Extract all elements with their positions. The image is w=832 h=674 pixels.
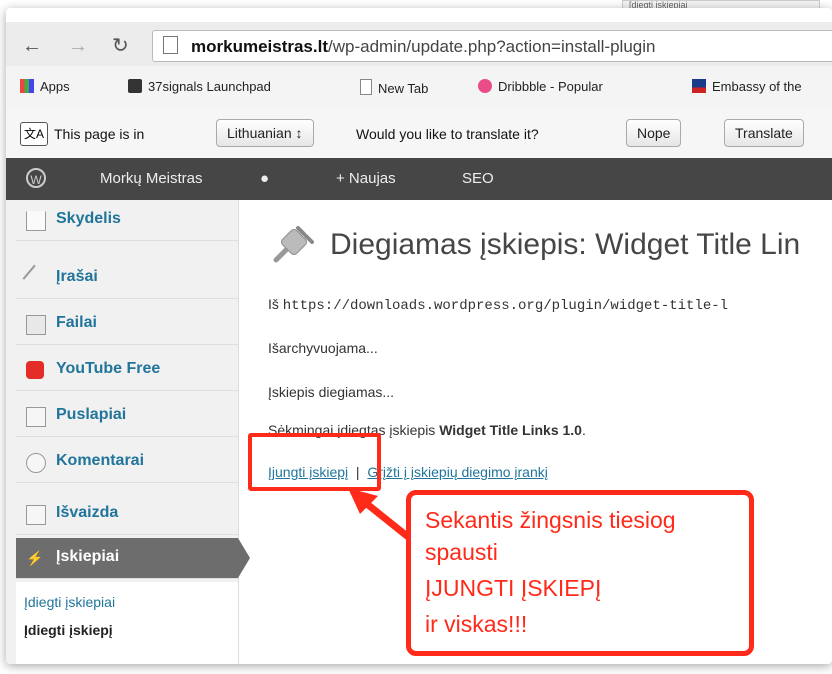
adminbar-site-name[interactable]: Morkų Meistras [100, 170, 203, 187]
installing-line: Įskiepis diegiamas... [268, 384, 395, 400]
return-to-installer-link[interactable]: Grįžti į įskiepių diegimo įrankį [367, 464, 548, 480]
bookmark-37signals[interactable]: 37signals Launchpad [128, 79, 271, 94]
callout-line: ĮJUNGTI ĮSKIEPĮ [425, 575, 602, 601]
adminbar-seo[interactable]: SEO [462, 170, 494, 187]
callout-line: ir viskas!!! [425, 611, 528, 637]
sidebar-item-label: Skydelis [56, 210, 121, 227]
bookmark-new-tab[interactable]: New Tab [360, 79, 428, 96]
submenu-installed-plugins[interactable]: Įdiegti įskiepiai [24, 594, 115, 610]
plugins-icon: ⚡ [26, 550, 44, 566]
sidebar-item-label: Komentarai [56, 452, 145, 469]
plugin-icon [273, 226, 314, 263]
translate-button[interactable]: Translate [724, 119, 804, 147]
bookmarks-bar: Apps 37signals Launchpad New Tab Dribbbl… [6, 66, 832, 111]
sidebar-item-label: Išvaizda [56, 504, 119, 521]
submenu-add-plugin[interactable]: Įdiegti įskiepį [24, 622, 113, 638]
media-icon [26, 315, 46, 335]
appearance-icon [26, 505, 46, 525]
back-icon[interactable]: ← [22, 36, 42, 56]
download-url: https://downloads.wordpress.org/plugin/w… [282, 298, 729, 314]
bookmark-embassy[interactable]: Embassy of the [692, 79, 802, 94]
sidebar-item-label: Failai [56, 314, 97, 331]
adminbar-new[interactable]: + Naujas [336, 170, 396, 187]
download-line: Iš https://downloads.wordpress.org/plugi… [268, 296, 729, 314]
address-bar-row: ← → ↻ morkumeistras.lt/wp-admin/update.p… [6, 22, 832, 66]
home-icon [26, 211, 46, 231]
callout-line: spausti [425, 539, 498, 565]
comment-bubble-icon[interactable]: ● [260, 170, 269, 187]
translate-prefix: This page is in [54, 126, 145, 142]
sidebar-item-label: Įrašai [56, 268, 98, 285]
page-icon [360, 79, 372, 95]
sidebar-item-label: Puslapiai [56, 406, 127, 423]
url-path: /wp-admin/update.php?action=install-plug… [328, 37, 656, 56]
nope-button[interactable]: Nope [626, 119, 682, 147]
url-host: morkumeistras.lt [191, 37, 328, 56]
sidebar-item-komentarai[interactable]: Komentarai [16, 442, 238, 483]
callout-line: Sekantis žingsnis tiesiog [425, 507, 676, 533]
page-title: Diegiamas įskiepis: Widget Title Lin [330, 228, 801, 261]
admin-sidebar: Skydelis Įrašai Failai YouTube Free Pusl… [6, 200, 250, 664]
sidebar-item-failai[interactable]: Failai [16, 304, 238, 345]
sidebar-item-label: YouTube Free [56, 360, 161, 377]
comments-icon [26, 453, 46, 473]
wp-admin-bar: W Morkų Meistras ● + Naujas SEO [6, 158, 832, 200]
sidebar-item-skydelis[interactable]: Skydelis [16, 200, 238, 241]
sidebar-item-irasai[interactable]: Įrašai [16, 258, 238, 299]
sidebar-item-puslapiai[interactable]: Puslapiai [16, 396, 238, 437]
bookmark-dribbble[interactable]: Dribbble - Popular [478, 79, 603, 94]
translate-icon: 文A [20, 122, 48, 146]
pages-icon [26, 407, 46, 427]
launchpad-icon [128, 79, 142, 93]
reload-icon[interactable]: ↻ [112, 36, 129, 56]
sidebar-item-youtube-free[interactable]: YouTube Free [16, 350, 238, 391]
apps-grid-icon [20, 79, 34, 93]
bookmark-apps[interactable]: Apps [20, 79, 70, 94]
unpacking-line: Išarchyvuojama... [268, 340, 378, 356]
language-select[interactable]: Lithuanian ↕ [216, 119, 314, 147]
sidebar-item-label: Įskiepiai [56, 548, 120, 565]
flag-icon [692, 79, 706, 93]
url-input[interactable]: morkumeistras.lt/wp-admin/update.php?act… [152, 30, 832, 62]
dribbble-icon [478, 79, 492, 93]
wordpress-logo-icon[interactable]: W [26, 168, 46, 188]
annotation-callout: Sekantis žingsnis tiesiog spausti ĮJUNGT… [406, 490, 754, 656]
forward-icon[interactable]: → [68, 36, 88, 56]
sidebar-item-iskiepiai[interactable]: ⚡ Įskiepiai [16, 538, 250, 579]
plugins-submenu: Įdiegti įskiepiai Įdiegti įskiepį [16, 582, 238, 664]
sidebar-item-isvaizda[interactable]: Išvaizda [16, 494, 238, 535]
pin-icon [22, 264, 50, 292]
page-icon [163, 36, 178, 54]
translate-bar: 文A This page is in Lithuanian ↕ Would yo… [6, 110, 832, 159]
translate-question: Would you like to translate it? [356, 126, 539, 142]
youtube-icon [26, 361, 44, 379]
highlight-box [248, 433, 381, 491]
